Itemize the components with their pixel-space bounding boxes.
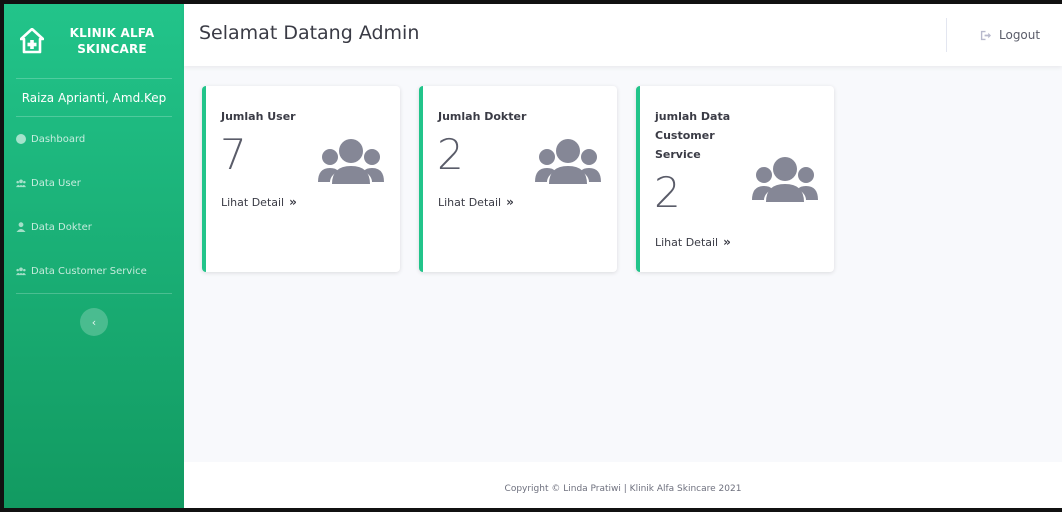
card-value: 2 xyxy=(437,130,464,179)
card-title-line-1: Jumlah User xyxy=(221,110,296,123)
card-title: Jumlah Dokter xyxy=(438,107,526,126)
user-doctor-icon xyxy=(16,222,26,232)
stat-card-jumlah-user: Jumlah User 7 Lihat Detail » xyxy=(202,86,400,272)
card-title: jumlah Data Customer Service xyxy=(655,107,730,164)
lihat-detail-link[interactable]: Lihat Detail » xyxy=(438,195,514,209)
card-link-label: Lihat Detail xyxy=(221,195,285,209)
sidebar-item-label: Data Customer Service xyxy=(31,265,147,277)
double-chevron-right-icon: » xyxy=(723,235,731,249)
topbar-divider xyxy=(946,18,947,52)
sidebar-item-data-user[interactable]: Data User xyxy=(4,161,184,205)
users-icon xyxy=(16,179,26,188)
sidebar-divider xyxy=(16,293,172,294)
card-value: 2 xyxy=(654,168,681,217)
brand-line-2: SKINCARE xyxy=(77,42,147,56)
brand[interactable]: KLINIK ALFA SKINCARE xyxy=(4,4,184,78)
app-frame: KLINIK ALFA SKINCARE Raiza Aprianti, Amd… xyxy=(0,0,1062,512)
card-title-line-1: Jumlah Dokter xyxy=(438,110,527,123)
card-title-line-2: Customer xyxy=(655,129,715,142)
users-icon xyxy=(16,267,26,276)
card-title-line-3: Service xyxy=(655,148,701,161)
sidebar-item-label: Data User xyxy=(31,177,81,189)
clinic-house-icon xyxy=(20,28,44,54)
stat-card-jumlah-dokter: Jumlah Dokter 2 Lihat Detail » xyxy=(419,86,617,272)
page-title: Selamat Datang Admin xyxy=(199,22,420,44)
sidebar-item-label: Data Dokter xyxy=(31,221,92,233)
sidebar-item-data-dokter[interactable]: Data Dokter xyxy=(4,205,184,249)
brand-name: KLINIK ALFA SKINCARE xyxy=(62,25,162,57)
copyright-text: Copyright © Linda Pratiwi | Klinik Alfa … xyxy=(504,484,742,494)
logout-label: Logout xyxy=(999,28,1041,42)
lihat-detail-link[interactable]: Lihat Detail » xyxy=(655,235,731,249)
users-icon xyxy=(752,156,818,202)
users-icon xyxy=(318,138,384,184)
card-title-line-1: jumlah Data xyxy=(655,110,731,123)
double-chevron-right-icon: » xyxy=(289,195,297,209)
palette-icon xyxy=(16,134,26,144)
brand-line-1: KLINIK ALFA xyxy=(69,26,155,40)
chevron-left-icon: ‹ xyxy=(91,315,97,329)
sidebar: KLINIK ALFA SKINCARE Raiza Aprianti, Amd… xyxy=(4,4,184,508)
sidebar-toggle-button[interactable]: ‹ xyxy=(80,308,108,336)
card-value: 7 xyxy=(220,130,247,179)
sidebar-item-label: Dashboard xyxy=(31,133,86,145)
double-chevron-right-icon: » xyxy=(506,195,514,209)
footer: Copyright © Linda Pratiwi | Klinik Alfa … xyxy=(184,462,1062,508)
sign-out-icon xyxy=(980,30,991,40)
card-link-label: Lihat Detail xyxy=(655,235,719,249)
sidebar-item-data-customer-service[interactable]: Data Customer Service xyxy=(4,249,184,293)
users-icon xyxy=(535,138,601,184)
lihat-detail-link[interactable]: Lihat Detail » xyxy=(221,195,297,209)
logout-link[interactable]: Logout xyxy=(980,28,1040,42)
sidebar-item-dashboard[interactable]: Dashboard xyxy=(4,117,184,161)
card-title: Jumlah User xyxy=(221,107,296,126)
card-link-label: Lihat Detail xyxy=(438,195,502,209)
sidebar-user-name: Raiza Aprianti, Amd.Kep xyxy=(21,90,167,105)
topbar: Selamat Datang Admin Logout xyxy=(184,4,1062,66)
stat-card-jumlah-customer-service: jumlah Data Customer Service 2 Lihat Det… xyxy=(636,86,834,272)
